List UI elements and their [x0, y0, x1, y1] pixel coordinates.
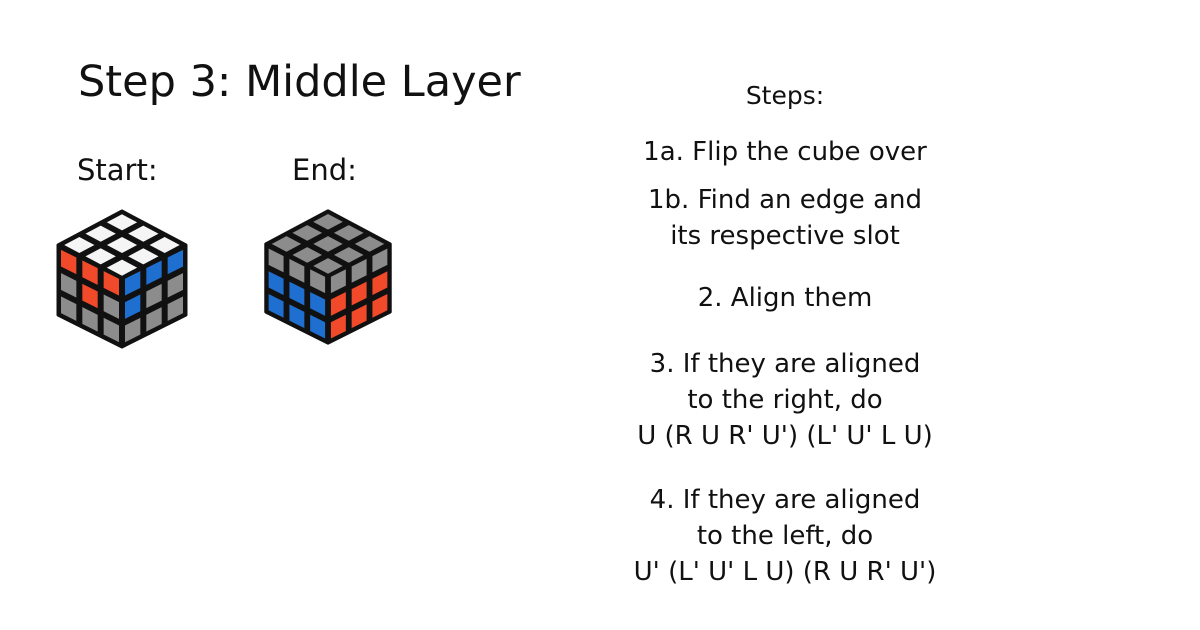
step-3: 3. If they are aligned to the right, do …	[620, 346, 950, 454]
step-line: its respective slot	[670, 221, 900, 251]
step-line: 1a. Flip the cube over	[643, 137, 927, 167]
end-cube-image	[256, 203, 400, 351]
slide-title: Step 3: Middle Layer	[78, 57, 521, 107]
step-1a: 1a. Flip the cube over	[620, 134, 950, 170]
step-1b: 1b. Find an edge and its respective slot	[620, 182, 950, 254]
step-line: U (R U R' U') (L' U' L U)	[637, 421, 933, 451]
step-2: 2. Align them	[620, 280, 950, 316]
start-cube-svg	[56, 209, 188, 349]
steps-heading: Steps:	[745, 81, 825, 110]
step-line: U' (L' U' L U) (R U R' U')	[633, 557, 937, 587]
end-label: End:	[292, 153, 357, 187]
start-cube-image	[48, 205, 196, 353]
step-line: to the left, do	[696, 521, 874, 551]
step-line: to the right, do	[687, 385, 883, 415]
step-line: 1b. Find an edge and	[648, 185, 922, 215]
start-label: Start:	[77, 153, 158, 187]
step-line: 2. Align them	[697, 283, 873, 313]
step-line: 4. If they are aligned	[649, 485, 921, 515]
end-cube-svg	[264, 209, 392, 345]
step-4: 4. If they are aligned to the left, do U…	[620, 482, 950, 590]
step-line: 3. If they are aligned	[649, 349, 921, 379]
